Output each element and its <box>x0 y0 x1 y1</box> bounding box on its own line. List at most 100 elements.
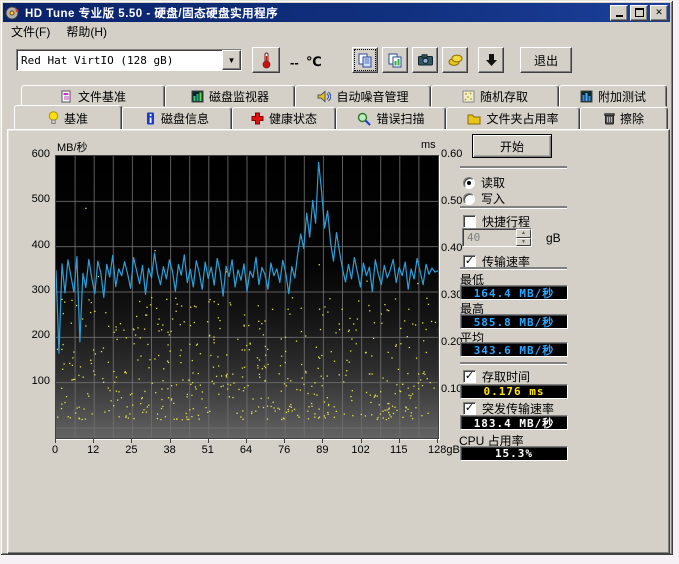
tab-error-scan-label: 错误扫描 <box>376 110 424 127</box>
left-axis-tick-label: 200 <box>18 329 50 341</box>
trash-icon <box>604 112 615 125</box>
x-axis-tick <box>131 439 132 443</box>
file-benchmark-icon <box>60 90 73 103</box>
app-icon <box>5 6 21 20</box>
tab-disk-monitor[interactable]: 磁盘监视器 <box>165 85 295 107</box>
tab-random-access[interactable]: 随机存取 <box>431 85 559 107</box>
x-axis-tick <box>55 439 56 443</box>
x-axis-tick-label: 89 <box>302 444 342 456</box>
extra-tests-icon <box>580 90 593 103</box>
donate-button[interactable] <box>442 47 468 73</box>
temperature-button[interactable] <box>252 47 280 73</box>
x-axis-tick-label: 51 <box>188 444 228 456</box>
spinner-up-icon[interactable]: ▲ <box>516 229 531 238</box>
left-axis-title: MB/秒 <box>57 139 88 155</box>
tab-health-label: 健康状态 <box>269 110 317 127</box>
menu-bar: 文件(F)帮助(H) <box>3 22 670 41</box>
tab-disk-monitor-label: 磁盘监视器 <box>209 88 269 105</box>
exit-button[interactable]: 退出 <box>520 47 572 73</box>
x-axis-tick <box>399 439 400 443</box>
drive-selector[interactable]: Red Hat VirtIO (128 gB) ▼ <box>16 49 242 71</box>
copy-image-icon <box>388 53 403 68</box>
tab-extra-tests-label: 附加测试 <box>598 88 646 105</box>
left-axis-tick-label: 600 <box>18 148 50 160</box>
separator <box>460 267 567 269</box>
maximize-icon <box>635 8 644 17</box>
temperature-unit: ℃ <box>306 54 322 70</box>
min-value-display: 164.4 MB/秒 <box>460 285 568 300</box>
right-axis-tick-label: 0.40 <box>441 242 462 254</box>
random-access-icon <box>462 90 475 103</box>
disk-monitor-icon <box>191 90 204 103</box>
magnifier-icon <box>357 112 371 126</box>
x-axis-tick <box>284 439 285 443</box>
separator <box>460 362 567 364</box>
x-axis-tick-label: 76 <box>264 444 304 456</box>
x-axis-tick-label: 115 <box>379 444 419 456</box>
right-axis-tick-label: 0.60 <box>441 148 462 160</box>
copy-image-button[interactable] <box>382 47 408 73</box>
start-button[interactable]: 开始 <box>472 134 552 158</box>
copy-icon <box>358 53 373 68</box>
separator <box>460 206 567 208</box>
left-axis-tick-label: 300 <box>18 284 50 296</box>
x-axis-tick-label: 64 <box>226 444 266 456</box>
tab-erase-label: 擦除 <box>620 110 644 127</box>
close-button[interactable]: ✕ <box>650 5 668 21</box>
close-icon: ✕ <box>655 8 663 17</box>
x-axis-tick <box>208 439 209 443</box>
tab-folder-usage[interactable]: 文件夹占用率 <box>446 107 580 130</box>
tab-file-benchmark[interactable]: 文件基准 <box>21 85 165 107</box>
dropdown-arrow-icon[interactable]: ▼ <box>222 50 241 70</box>
cpu-usage-display: 15.3% <box>460 446 568 461</box>
avg-value-display: 343.6 MB/秒 <box>460 342 568 357</box>
minimize-icon <box>616 15 623 17</box>
tab-benchmark[interactable]: 基准 <box>14 105 122 130</box>
radio-icon <box>463 193 475 205</box>
tab-noise-management[interactable]: 自动噪音管理 <box>295 85 431 107</box>
x-axis-tick <box>437 439 438 443</box>
write-radio[interactable]: 写入 <box>463 190 505 207</box>
left-axis-tick-label: 400 <box>18 239 50 251</box>
folder-icon <box>467 113 481 125</box>
tab-file-benchmark-label: 文件基准 <box>78 88 126 105</box>
short-stroke-size-value: 40 <box>463 231 480 244</box>
screenshot-button[interactable] <box>412 47 438 73</box>
short-stroke-size-spinner[interactable]: 40 ▲ ▼ <box>462 228 532 247</box>
menu-help[interactable]: 帮助(H) <box>58 21 115 42</box>
tab-health[interactable]: 健康状态 <box>232 107 336 130</box>
read-radio-label: 读取 <box>481 174 505 191</box>
title-bar: HD Tune 专业版 5.50 - 硬盘/固态硬盘实用程序 ✕ <box>3 3 670 22</box>
read-radio[interactable]: 读取 <box>463 174 505 191</box>
checkbox-icon <box>463 215 476 228</box>
camera-icon <box>418 54 433 66</box>
down-arrow-icon <box>485 53 498 67</box>
health-cross-icon <box>251 112 264 125</box>
checkbox-icon: ✓ <box>463 402 476 415</box>
tab-noise-management-label: 自动噪音管理 <box>336 88 408 105</box>
tab-error-scan[interactable]: 错误扫描 <box>336 107 446 130</box>
minimize-button[interactable] <box>610 5 628 21</box>
start-button-label: 开始 <box>500 138 524 155</box>
max-value-display: 585.8 MB/秒 <box>460 314 568 329</box>
access-time-checkbox[interactable]: ✓ 存取时间 <box>463 368 530 385</box>
tab-disk-info[interactable]: 磁盘信息 <box>122 107 232 130</box>
tab-folder-usage-label: 文件夹占用率 <box>486 110 558 127</box>
access-time-label: 存取时间 <box>482 368 530 385</box>
write-radio-label: 写入 <box>481 190 505 207</box>
spinner-down-icon[interactable]: ▼ <box>516 238 531 247</box>
save-button[interactable] <box>478 47 504 73</box>
menu-file[interactable]: 文件(F) <box>3 21 58 42</box>
speaker-icon <box>317 90 331 103</box>
tab-random-access-label: 随机存取 <box>480 88 528 105</box>
tab-extra-tests[interactable]: 附加测试 <box>559 85 667 107</box>
tab-erase[interactable]: 擦除 <box>580 107 668 130</box>
maximize-button[interactable] <box>630 5 648 21</box>
copy-text-button[interactable] <box>352 47 378 73</box>
x-axis-tick <box>170 439 171 443</box>
bulb-icon <box>48 111 59 125</box>
temperature-value: -- <box>290 55 299 70</box>
window-title: HD Tune 专业版 5.50 - 硬盘/固态硬盘实用程序 <box>25 5 278 21</box>
benchmark-chart <box>55 155 439 439</box>
checkbox-icon: ✓ <box>463 370 476 383</box>
